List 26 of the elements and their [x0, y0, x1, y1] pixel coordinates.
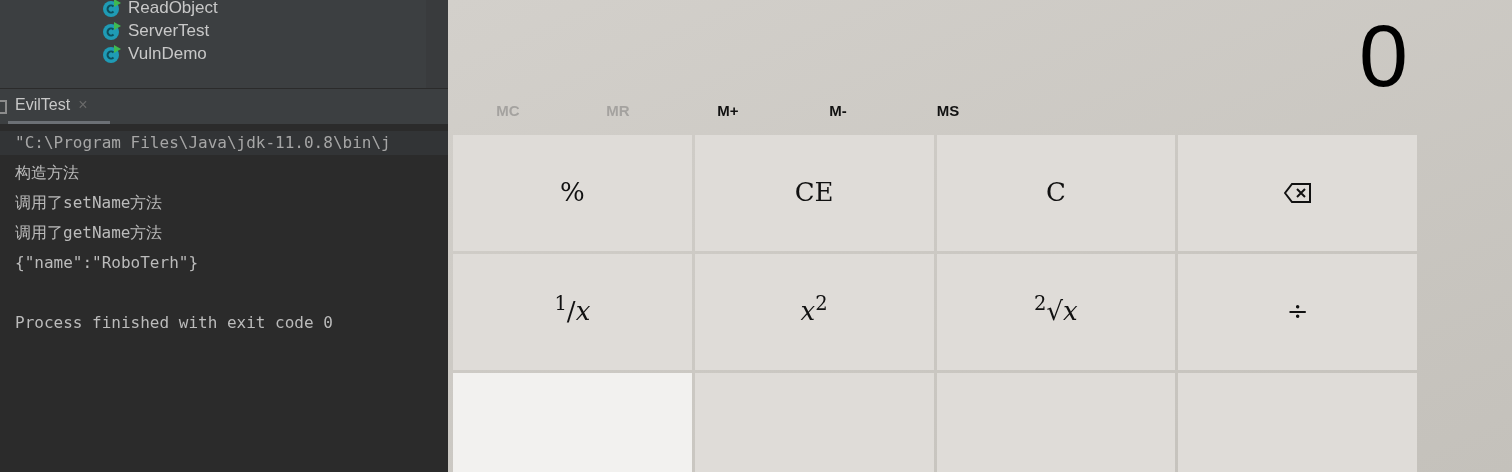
- class-icon: [102, 20, 122, 41]
- calculator-key[interactable]: $^{1}$/x: [453, 253, 692, 370]
- calculator-key[interactable]: CE: [694, 134, 934, 251]
- console-line: 构造方法: [14, 162, 79, 184]
- calculator-key[interactable]: x$^{2}$: [694, 253, 934, 370]
- calculator-key[interactable]: [936, 372, 1176, 472]
- calculator-key[interactable]: ÷: [1178, 253, 1417, 370]
- calculator-key[interactable]: [694, 372, 934, 472]
- calculator-key[interactable]: [1178, 372, 1417, 472]
- calculator-key[interactable]: [453, 372, 692, 472]
- console-line: Process finished with exit code 0: [14, 312, 333, 334]
- memory-button[interactable]: M+: [673, 100, 783, 123]
- calculator-display: 0: [1359, 12, 1408, 100]
- console-line: 调用了getName方法: [14, 222, 163, 244]
- calculator-key[interactable]: [1178, 134, 1417, 251]
- console-line: 调用了setName方法: [14, 192, 163, 214]
- calculator-key[interactable]: %: [453, 134, 692, 251]
- calculator-key[interactable]: $^{2}$√x: [936, 253, 1176, 370]
- memory-button[interactable]: MS: [893, 100, 1003, 123]
- console-line: {"name":"RoboTerh"}: [14, 252, 199, 274]
- backspace-icon: [1283, 181, 1312, 204]
- class-icon: [102, 0, 122, 18]
- console-icon: [0, 99, 8, 114]
- memory-button[interactable]: M-: [783, 100, 893, 123]
- class-icon: [102, 43, 122, 64]
- calculator-key[interactable]: C: [936, 134, 1176, 251]
